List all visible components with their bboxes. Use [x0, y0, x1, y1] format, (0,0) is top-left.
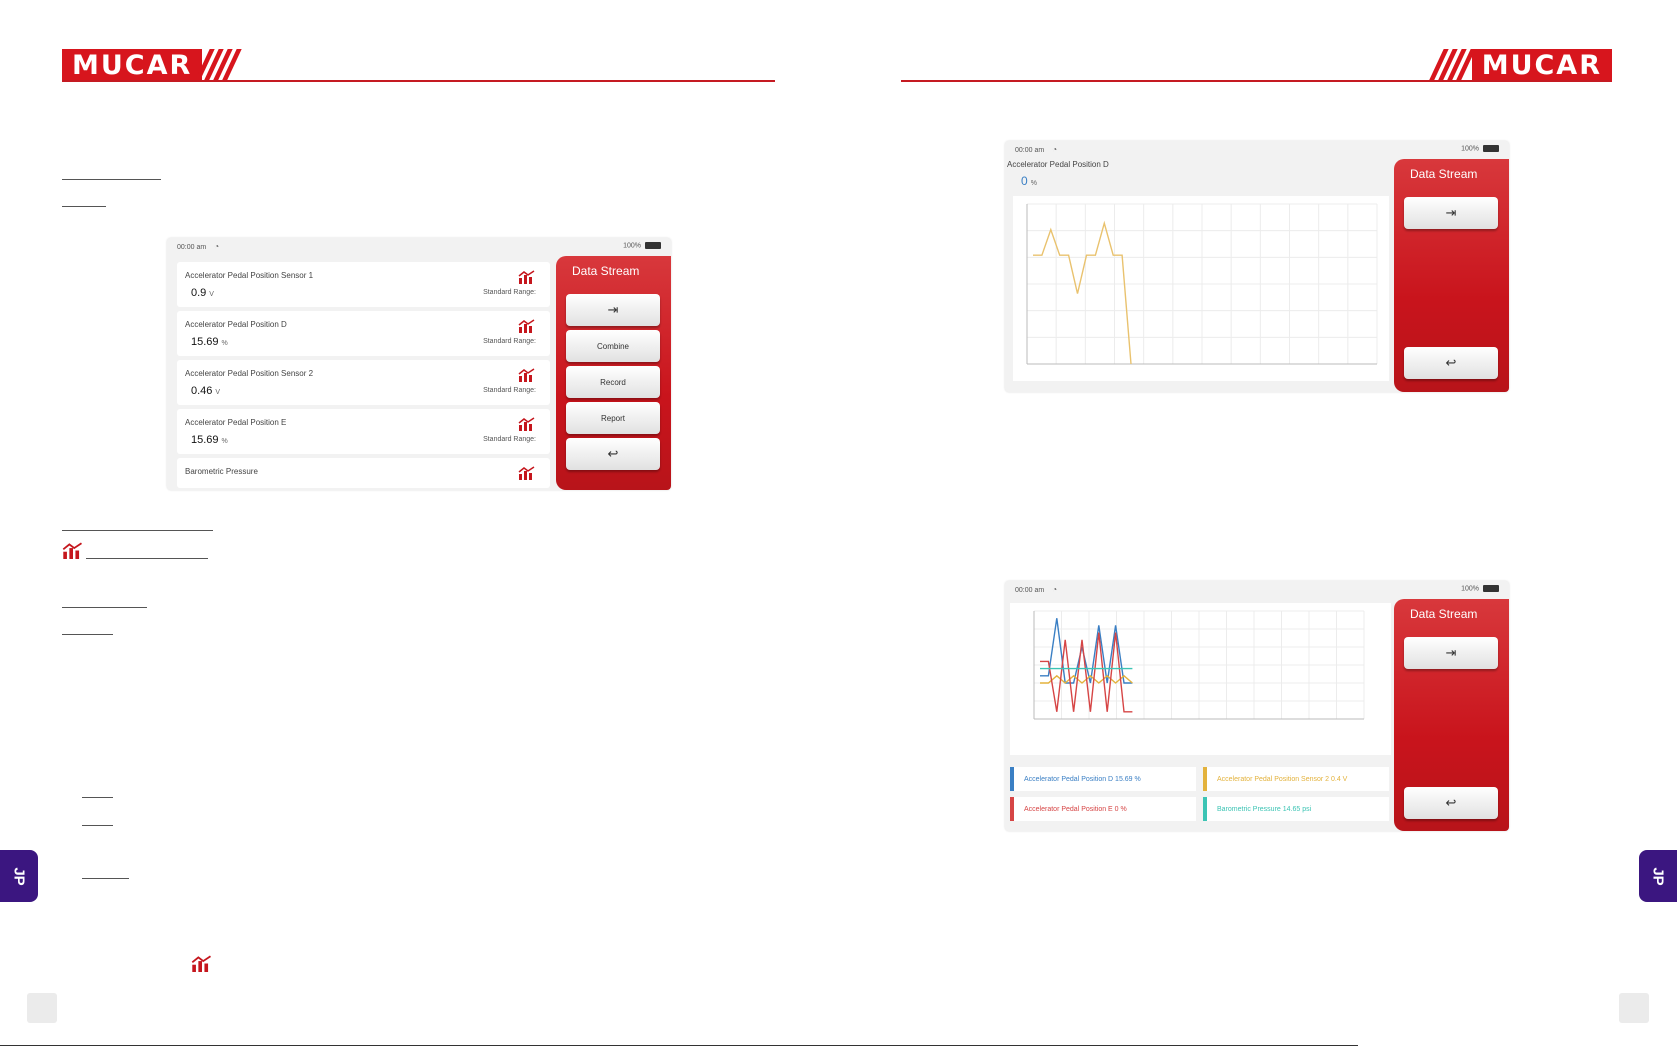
data-row[interactable]: Accelerator Pedal Position E 15.69% Stan…	[177, 409, 550, 454]
status-bar: 00:00 am ◔ 100%	[1005, 141, 1509, 157]
data-stream-screen: 00:00 am ◔ 100% Accelerator Pedal Positio…	[167, 238, 671, 490]
row-value: 15.69%	[191, 434, 228, 446]
row-range: Standard Range:	[483, 436, 536, 443]
exit-icon: ⇥	[1445, 645, 1457, 660]
wifi-icon: ◔	[214, 242, 220, 251]
row-name: Accelerator Pedal Position D	[185, 320, 287, 329]
text-line	[86, 558, 208, 559]
battery-icon	[1483, 585, 1499, 592]
row-range: Standard Range:	[483, 289, 536, 296]
row-range: Standard Range:	[483, 387, 536, 394]
text-line	[62, 179, 161, 180]
data-row[interactable]: Accelerator Pedal Position Sensor 2 0.46…	[177, 360, 550, 405]
exit-button[interactable]: ⇥	[1404, 637, 1498, 669]
combined-line-chart	[1033, 610, 1365, 720]
data-stream-panel: Data Stream ⇥ Combine Record Report ↩	[556, 256, 671, 490]
status-time: 00:00 am	[1015, 147, 1045, 154]
status-time: 00:00 am	[1015, 587, 1045, 594]
wifi-icon: ◔	[1052, 145, 1058, 154]
line-chart	[1026, 203, 1378, 365]
legend-item[interactable]: Barometric Pressure 14.65 psi	[1203, 797, 1389, 821]
text-line	[62, 634, 113, 635]
graph-icon[interactable]	[518, 466, 536, 480]
row-name: Accelerator Pedal Position Sensor 2	[185, 369, 314, 378]
status-time: 00:00 am	[177, 244, 207, 251]
row-name: Accelerator Pedal Position E	[185, 418, 287, 427]
graph-icon[interactable]	[518, 270, 536, 284]
right-page: MUCAR 00:00 am ◔ 100% Accelerator Pedal P…	[838, 0, 1677, 1047]
panel-title: Data Stream	[1410, 167, 1478, 181]
series-line	[1033, 220, 1132, 365]
text-line	[62, 530, 213, 531]
data-row[interactable]: Accelerator Pedal Position D 15.69% Stan…	[177, 311, 550, 356]
exit-button[interactable]: ⇥	[566, 294, 660, 326]
data-stream-panel: Data Stream ⇥ ↩	[1394, 599, 1509, 831]
back-button[interactable]: ↩	[566, 438, 660, 470]
data-row[interactable]: Barometric Pressure	[177, 458, 550, 488]
data-stream-panel: Data Stream ⇥ ↩	[1394, 159, 1509, 392]
legend-item[interactable]: Accelerator Pedal Position D 15.69 %	[1010, 767, 1196, 791]
combined-graph-screen: 00:00 am ◔ 100% Accelerator Pedal Positio…	[1005, 581, 1509, 831]
brand-logo: MUCAR	[62, 49, 203, 82]
row-range: Standard Range:	[483, 338, 536, 345]
battery-icon	[645, 242, 661, 249]
graph-icon	[62, 542, 83, 559]
left-page: MUCAR 00:00 am ◔ 100% Accelerator Pedal P…	[0, 0, 838, 1047]
row-name: Barometric Pressure	[185, 467, 258, 476]
manual-spread: MUCAR 00:00 am ◔ 100% Accelerator Pedal P…	[0, 0, 1677, 1047]
language-tab: JP	[0, 850, 38, 902]
row-name: Accelerator Pedal Position Sensor 1	[185, 271, 314, 280]
header-rule	[901, 80, 1611, 82]
chart-current-value: 0%	[1021, 174, 1037, 188]
brand-stripes	[194, 49, 242, 82]
battery-icon	[1483, 145, 1499, 152]
brand-logo: MUCAR	[1471, 49, 1612, 82]
exit-icon: ⇥	[1445, 205, 1457, 220]
graph-icon[interactable]	[518, 319, 536, 333]
exit-button[interactable]: ⇥	[1404, 197, 1498, 229]
panel-title: Data Stream	[572, 264, 640, 278]
status-bar: 00:00 am ◔ 100%	[167, 238, 671, 254]
back-button[interactable]: ↩	[1404, 787, 1498, 819]
text-line	[82, 825, 113, 826]
battery-level: 100%	[1461, 145, 1479, 153]
row-value: 0.9 V	[191, 287, 214, 299]
legend-item[interactable]: Accelerator Pedal Position Sensor 2 0.4 …	[1203, 767, 1389, 791]
brand-header-right: MUCAR	[1428, 49, 1612, 82]
battery-level: 100%	[1461, 585, 1479, 593]
graph-icon	[191, 955, 212, 972]
single-graph-screen: 00:00 am ◔ 100% Accelerator Pedal Positio…	[1005, 141, 1509, 392]
back-icon: ↩	[1445, 355, 1457, 370]
brand-header-left: MUCAR	[62, 49, 242, 82]
header-rule	[62, 80, 775, 82]
text-line	[62, 607, 147, 608]
back-icon: ↩	[1445, 795, 1457, 810]
chart-title: Accelerator Pedal Position D	[1007, 160, 1109, 169]
combine-button[interactable]: Combine	[566, 330, 660, 362]
data-row[interactable]: Accelerator Pedal Position Sensor 1 0.9 V…	[177, 262, 550, 307]
brand-stripes	[1428, 49, 1476, 82]
back-button[interactable]: ↩	[1404, 347, 1498, 379]
row-value: 0.46 V	[191, 385, 221, 397]
wifi-icon: ◔	[1052, 585, 1058, 594]
exit-icon: ⇥	[607, 302, 619, 317]
chart-panel	[1010, 603, 1391, 755]
text-line	[62, 206, 106, 207]
record-button[interactable]: Record	[566, 366, 660, 398]
chart-panel	[1013, 196, 1389, 381]
text-line	[82, 797, 113, 798]
row-value: 15.69%	[191, 336, 228, 348]
panel-title: Data Stream	[1410, 607, 1478, 621]
text-line	[82, 878, 129, 879]
page-number-box	[1619, 993, 1649, 1023]
report-button[interactable]: Report	[566, 402, 660, 434]
back-icon: ↩	[607, 446, 619, 461]
status-bar: 00:00 am ◔ 100%	[1005, 581, 1509, 597]
language-tab: JP	[1639, 850, 1677, 902]
graph-icon[interactable]	[518, 417, 536, 431]
battery-level: 100%	[623, 242, 641, 250]
legend-item[interactable]: Accelerator Pedal Position E 0 %	[1010, 797, 1196, 821]
graph-icon[interactable]	[518, 368, 536, 382]
page-number-box	[27, 993, 57, 1023]
